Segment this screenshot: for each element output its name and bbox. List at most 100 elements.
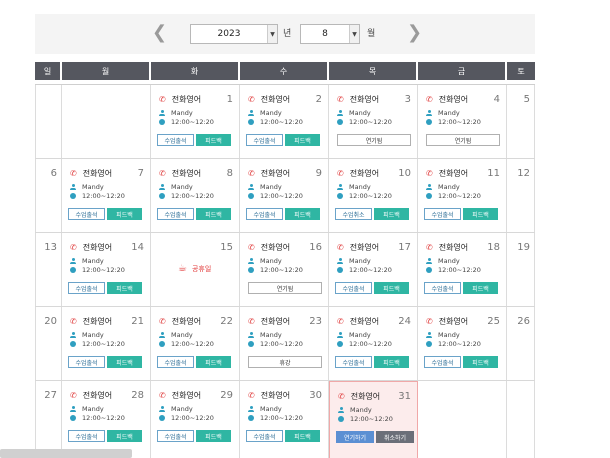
class-title[interactable]: ✆ 전화영어 bbox=[338, 391, 380, 402]
class-title[interactable]: ✆ 전화영어 bbox=[426, 94, 468, 105]
feedback-button[interactable]: 피드백 bbox=[285, 134, 320, 146]
calendar-day-cell[interactable]: 28 ✆ 전화영어 Mandy 12:00~12:20 수업출석 피드백 bbox=[62, 381, 151, 458]
postponed-button[interactable]: 연기됨 bbox=[337, 134, 411, 146]
calendar-day-cell[interactable]: 1 ✆ 전화영어 Mandy 12:00~12:20 수업출석 피드백 bbox=[151, 85, 240, 158]
clock-icon bbox=[70, 193, 76, 199]
teacher-name: Mandy bbox=[171, 109, 193, 117]
class-teacher: Mandy bbox=[338, 406, 372, 414]
feedback-button[interactable]: 피드백 bbox=[107, 356, 142, 368]
time-text: 12:00~12:20 bbox=[171, 192, 214, 200]
class-title[interactable]: ✆ 전화영어 bbox=[337, 242, 379, 253]
attend-button[interactable]: 수업출석 bbox=[246, 134, 283, 146]
feedback-button[interactable]: 피드백 bbox=[463, 282, 498, 294]
class-title[interactable]: ✆ 전화영어 bbox=[70, 168, 112, 179]
calendar-day-cell[interactable]: 24 ✆ 전화영어 Mandy 12:00~12:20 수업출석 피드백 bbox=[329, 307, 418, 380]
year-select[interactable]: 2023 ▼ bbox=[190, 24, 278, 44]
class-title[interactable]: ✆ 전화영어 bbox=[337, 168, 379, 179]
class-title[interactable]: ✆ 전화영어 bbox=[159, 390, 201, 401]
attend-button[interactable]: 수업출석 bbox=[68, 356, 105, 368]
class-title[interactable]: ✆ 전화영어 bbox=[70, 316, 112, 327]
calendar-day-cell[interactable]: 21 ✆ 전화영어 Mandy 12:00~12:20 수업출석 피드백 bbox=[62, 307, 151, 380]
chevron-right-icon[interactable]: ❯ bbox=[407, 23, 422, 43]
attend-button[interactable]: 수업출석 bbox=[335, 356, 372, 368]
attend-button[interactable]: 수업출석 bbox=[68, 430, 105, 442]
calendar-day-cell[interactable]: 25 ✆ 전화영어 Mandy 12:00~12:20 수업출석 피드백 bbox=[418, 307, 507, 380]
calendar-day-cell[interactable]: 4 ✆ 전화영어 Mandy 12:00~12:20 연기됨 bbox=[418, 85, 507, 158]
calendar-day-cell[interactable]: 22 ✆ 전화영어 Mandy 12:00~12:20 수업출석 피드백 bbox=[151, 307, 240, 380]
calendar-day-cell[interactable]: 14 ✆ 전화영어 Mandy 12:00~12:20 수업출석 피드백 bbox=[62, 233, 151, 306]
calendar-day-cell[interactable]: 18 ✆ 전화영어 Mandy 12:00~12:20 수업출석 피드백 bbox=[418, 233, 507, 306]
calendar-day-cell[interactable]: 31 ✆ 전화영어 Mandy 12:00~12:20 연기하기 취소하기 bbox=[329, 381, 418, 458]
class-title[interactable]: ✆ 전화영어 bbox=[159, 316, 201, 327]
feedback-button[interactable]: 피드백 bbox=[374, 208, 409, 220]
calendar-day-cell[interactable]: 8 ✆ 전화영어 Mandy 12:00~12:20 수업출석 피드백 bbox=[151, 159, 240, 232]
class-title-text: 전화영어 bbox=[349, 243, 380, 252]
feedback-button[interactable]: 피드백 bbox=[374, 356, 409, 368]
postpone-button[interactable]: 연기하기 bbox=[336, 431, 374, 443]
attend-button[interactable]: 수업출석 bbox=[68, 282, 105, 294]
class-title[interactable]: ✆ 전화영어 bbox=[426, 242, 468, 253]
class-time: 12:00~12:20 bbox=[337, 118, 392, 126]
attend-button[interactable]: 수업출석 bbox=[157, 134, 194, 146]
attend-button[interactable]: 수업출석 bbox=[157, 430, 194, 442]
month-select[interactable]: 8 ▼ bbox=[300, 24, 360, 44]
postponed-button[interactable]: 연기됨 bbox=[248, 282, 322, 294]
horizontal-scrollbar[interactable] bbox=[0, 449, 132, 458]
postponed-button[interactable]: 연기됨 bbox=[426, 134, 500, 146]
class-title[interactable]: ✆ 전화영어 bbox=[426, 168, 468, 179]
feedback-button[interactable]: 피드백 bbox=[463, 208, 498, 220]
feedback-button[interactable]: 피드백 bbox=[107, 430, 142, 442]
cancel-button[interactable]: 취소하기 bbox=[376, 431, 414, 443]
class-title[interactable]: ✆ 전화영어 bbox=[159, 168, 201, 179]
calendar-day-cell[interactable]: 7 ✆ 전화영어 Mandy 12:00~12:20 수업출석 피드백 bbox=[62, 159, 151, 232]
attend-button[interactable]: 수업출석 bbox=[157, 356, 194, 368]
class-title[interactable]: ✆ 전화영어 bbox=[159, 94, 201, 105]
feedback-button[interactable]: 피드백 bbox=[374, 282, 409, 294]
class-title[interactable]: ✆ 전화영어 bbox=[248, 168, 290, 179]
class-title[interactable]: ✆ 전화영어 bbox=[70, 390, 112, 401]
feedback-button[interactable]: 피드백 bbox=[285, 208, 320, 220]
class-actions: 수업출석 피드백 bbox=[68, 430, 142, 442]
class-closed-button[interactable]: 휴강 bbox=[248, 356, 322, 368]
attend-button[interactable]: 수업출석 bbox=[246, 208, 283, 220]
feedback-button[interactable]: 피드백 bbox=[196, 430, 231, 442]
calendar-day-cell[interactable]: 16 ✆ 전화영어 Mandy 12:00~12:20 연기됨 bbox=[240, 233, 329, 306]
class-title[interactable]: ✆ 전화영어 bbox=[70, 242, 112, 253]
calendar-day-cell[interactable]: 2 ✆ 전화영어 Mandy 12:00~12:20 수업출석 피드백 bbox=[240, 85, 329, 158]
feedback-button[interactable]: 피드백 bbox=[463, 356, 498, 368]
feedback-button[interactable]: 피드백 bbox=[285, 430, 320, 442]
class-title[interactable]: ✆ 전화영어 bbox=[337, 94, 379, 105]
feedback-button[interactable]: 피드백 bbox=[196, 134, 231, 146]
phone-icon: ✆ bbox=[426, 95, 433, 104]
chevron-left-icon[interactable]: ❮ bbox=[152, 23, 167, 43]
attend-button[interactable]: 수업출석 bbox=[68, 208, 105, 220]
calendar-day-cell[interactable]: 3 ✆ 전화영어 Mandy 12:00~12:20 연기됨 bbox=[329, 85, 418, 158]
attend-button[interactable]: 수업출석 bbox=[157, 208, 194, 220]
calendar-day-cell[interactable]: 17 ✆ 전화영어 Mandy 12:00~12:20 수업출석 피드백 bbox=[329, 233, 418, 306]
feedback-button[interactable]: 피드백 bbox=[107, 282, 142, 294]
calendar-day-cell[interactable]: 23 ✆ 전화영어 Mandy 12:00~12:20 휴강 bbox=[240, 307, 329, 380]
class-title[interactable]: ✆ 전화영어 bbox=[248, 94, 290, 105]
attend-button[interactable]: 수업출석 bbox=[424, 282, 461, 294]
class-title[interactable]: ✆ 전화영어 bbox=[248, 390, 290, 401]
class-cancelled-button[interactable]: 수업취소 bbox=[335, 208, 372, 220]
attend-button[interactable]: 수업출석 bbox=[424, 208, 461, 220]
calendar-day-cell[interactable]: 11 ✆ 전화영어 Mandy 12:00~12:20 수업출석 피드백 bbox=[418, 159, 507, 232]
calendar-day-cell[interactable]: 9 ✆ 전화영어 Mandy 12:00~12:20 수업출석 피드백 bbox=[240, 159, 329, 232]
calendar-day-cell[interactable]: 29 ✆ 전화영어 Mandy 12:00~12:20 수업출석 피드백 bbox=[151, 381, 240, 458]
attend-button[interactable]: 수업출석 bbox=[335, 282, 372, 294]
feedback-button[interactable]: 피드백 bbox=[196, 208, 231, 220]
class-time: 12:00~12:20 bbox=[70, 266, 125, 274]
feedback-button[interactable]: 피드백 bbox=[107, 208, 142, 220]
calendar-day-cell: 13 bbox=[35, 233, 62, 306]
class-title[interactable]: ✆ 전화영어 bbox=[248, 242, 290, 253]
user-icon bbox=[70, 406, 76, 412]
calendar-day-cell[interactable]: 30 ✆ 전화영어 Mandy 12:00~12:20 수업출석 피드백 bbox=[240, 381, 329, 458]
class-title[interactable]: ✆ 전화영어 bbox=[248, 316, 290, 327]
attend-button[interactable]: 수업출석 bbox=[246, 430, 283, 442]
class-title[interactable]: ✆ 전화영어 bbox=[337, 316, 379, 327]
class-title[interactable]: ✆ 전화영어 bbox=[426, 316, 468, 327]
attend-button[interactable]: 수업출석 bbox=[424, 356, 461, 368]
feedback-button[interactable]: 피드백 bbox=[196, 356, 231, 368]
calendar-day-cell[interactable]: 10 ✆ 전화영어 Mandy 12:00~12:20 수업취소 피드백 bbox=[329, 159, 418, 232]
